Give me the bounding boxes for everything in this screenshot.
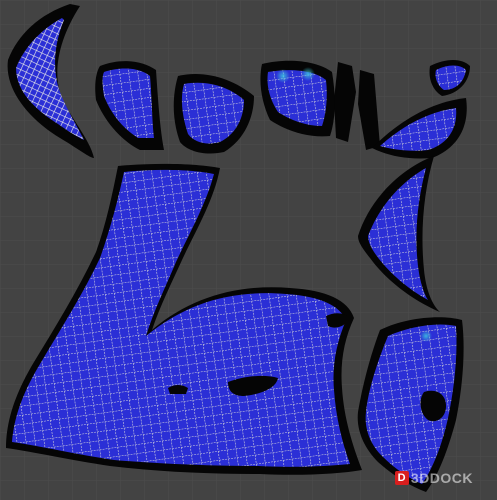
- watermark-logo-mark: D: [394, 471, 409, 485]
- 3ddock-watermark: D 3DDOCK: [394, 470, 473, 486]
- uv-editor-viewport[interactable]: [0, 0, 497, 500]
- watermark-text: 3DDOCK: [410, 470, 473, 486]
